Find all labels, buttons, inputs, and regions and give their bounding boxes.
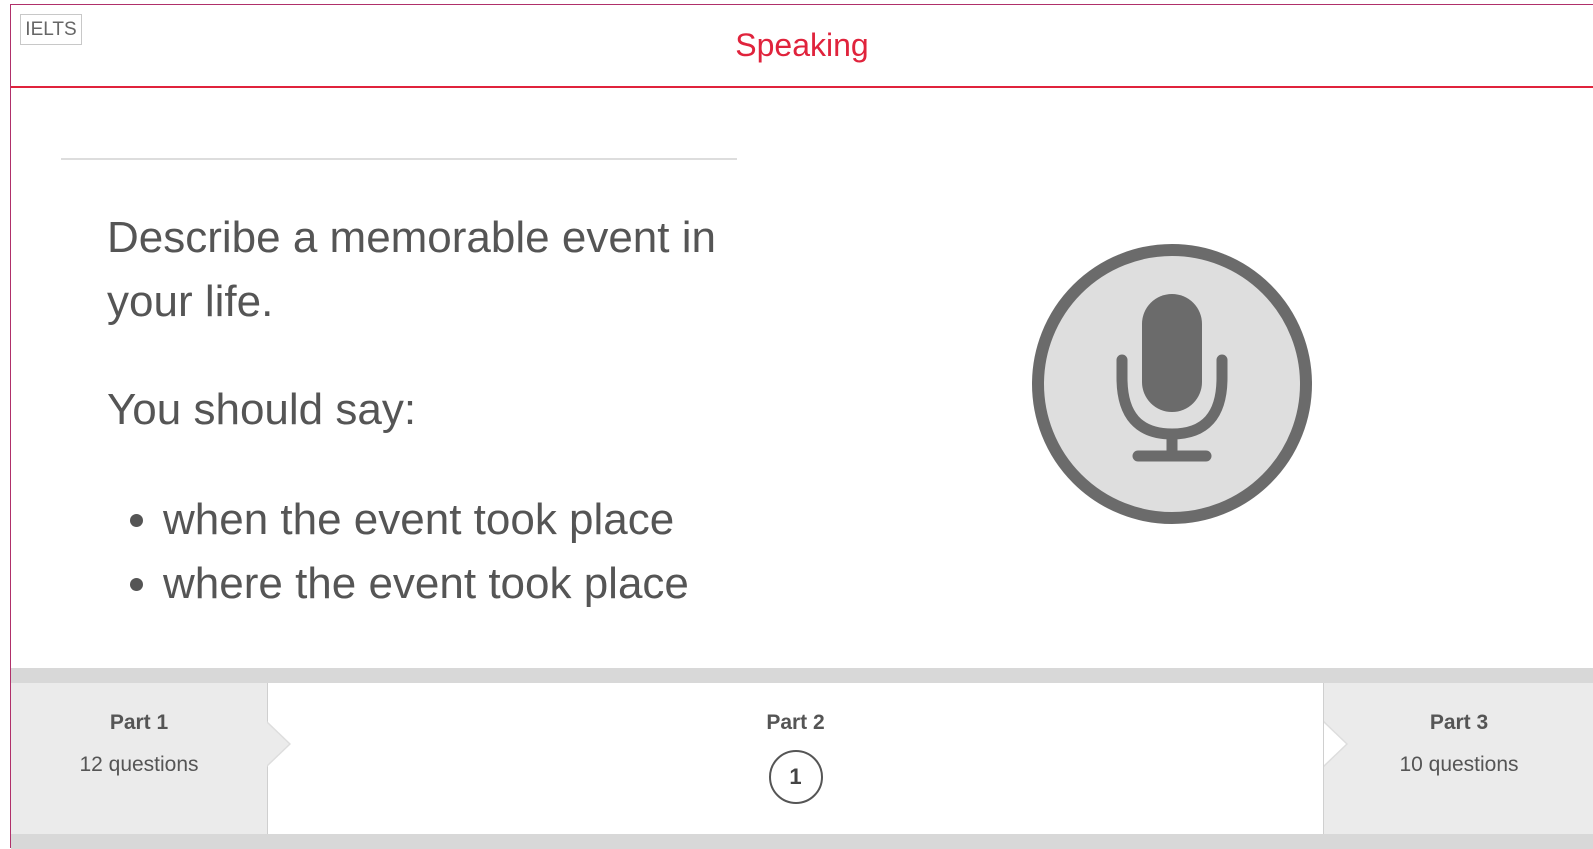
part-3-question-count: 10 questions <box>1399 753 1519 776</box>
bullet-point: when the event took place <box>163 488 763 552</box>
part-1-question-count: 12 questions <box>79 753 199 776</box>
task-prompt: Describe a memorable event in your life. <box>107 213 716 326</box>
microphone-icon[interactable] <box>1030 242 1314 526</box>
bullet-list: when the event took place where the even… <box>107 488 763 616</box>
content-divider <box>61 158 737 160</box>
part-2-title: Part 2 <box>766 711 825 734</box>
part-3-tab[interactable]: Part 3 10 questions <box>1324 683 1593 834</box>
task-instruction: You should say: <box>107 385 417 434</box>
part-2-tab[interactable]: Part 2 1 <box>267 683 1324 834</box>
question-1-button[interactable]: 1 <box>768 750 823 804</box>
bullet-point: where the event took place <box>163 552 763 616</box>
page-title: Speaking <box>735 27 869 63</box>
part-3-title: Part 3 <box>1429 711 1489 734</box>
arrow-right-icon <box>267 723 289 765</box>
header: IELTS Speaking <box>11 5 1593 88</box>
question-area[interactable]: Describe a memorable event in your life.… <box>11 88 1593 668</box>
part-1-tab[interactable]: Part 1 12 questions <box>11 683 267 834</box>
app-window: IELTS Speaking Describe a memorable even… <box>10 4 1593 849</box>
arrow-right-icon <box>1324 723 1346 765</box>
part-navigation: Part 1 12 questions Part 2 1 Part 3 10 q… <box>11 668 1593 849</box>
part-1-title: Part 1 <box>109 711 169 734</box>
